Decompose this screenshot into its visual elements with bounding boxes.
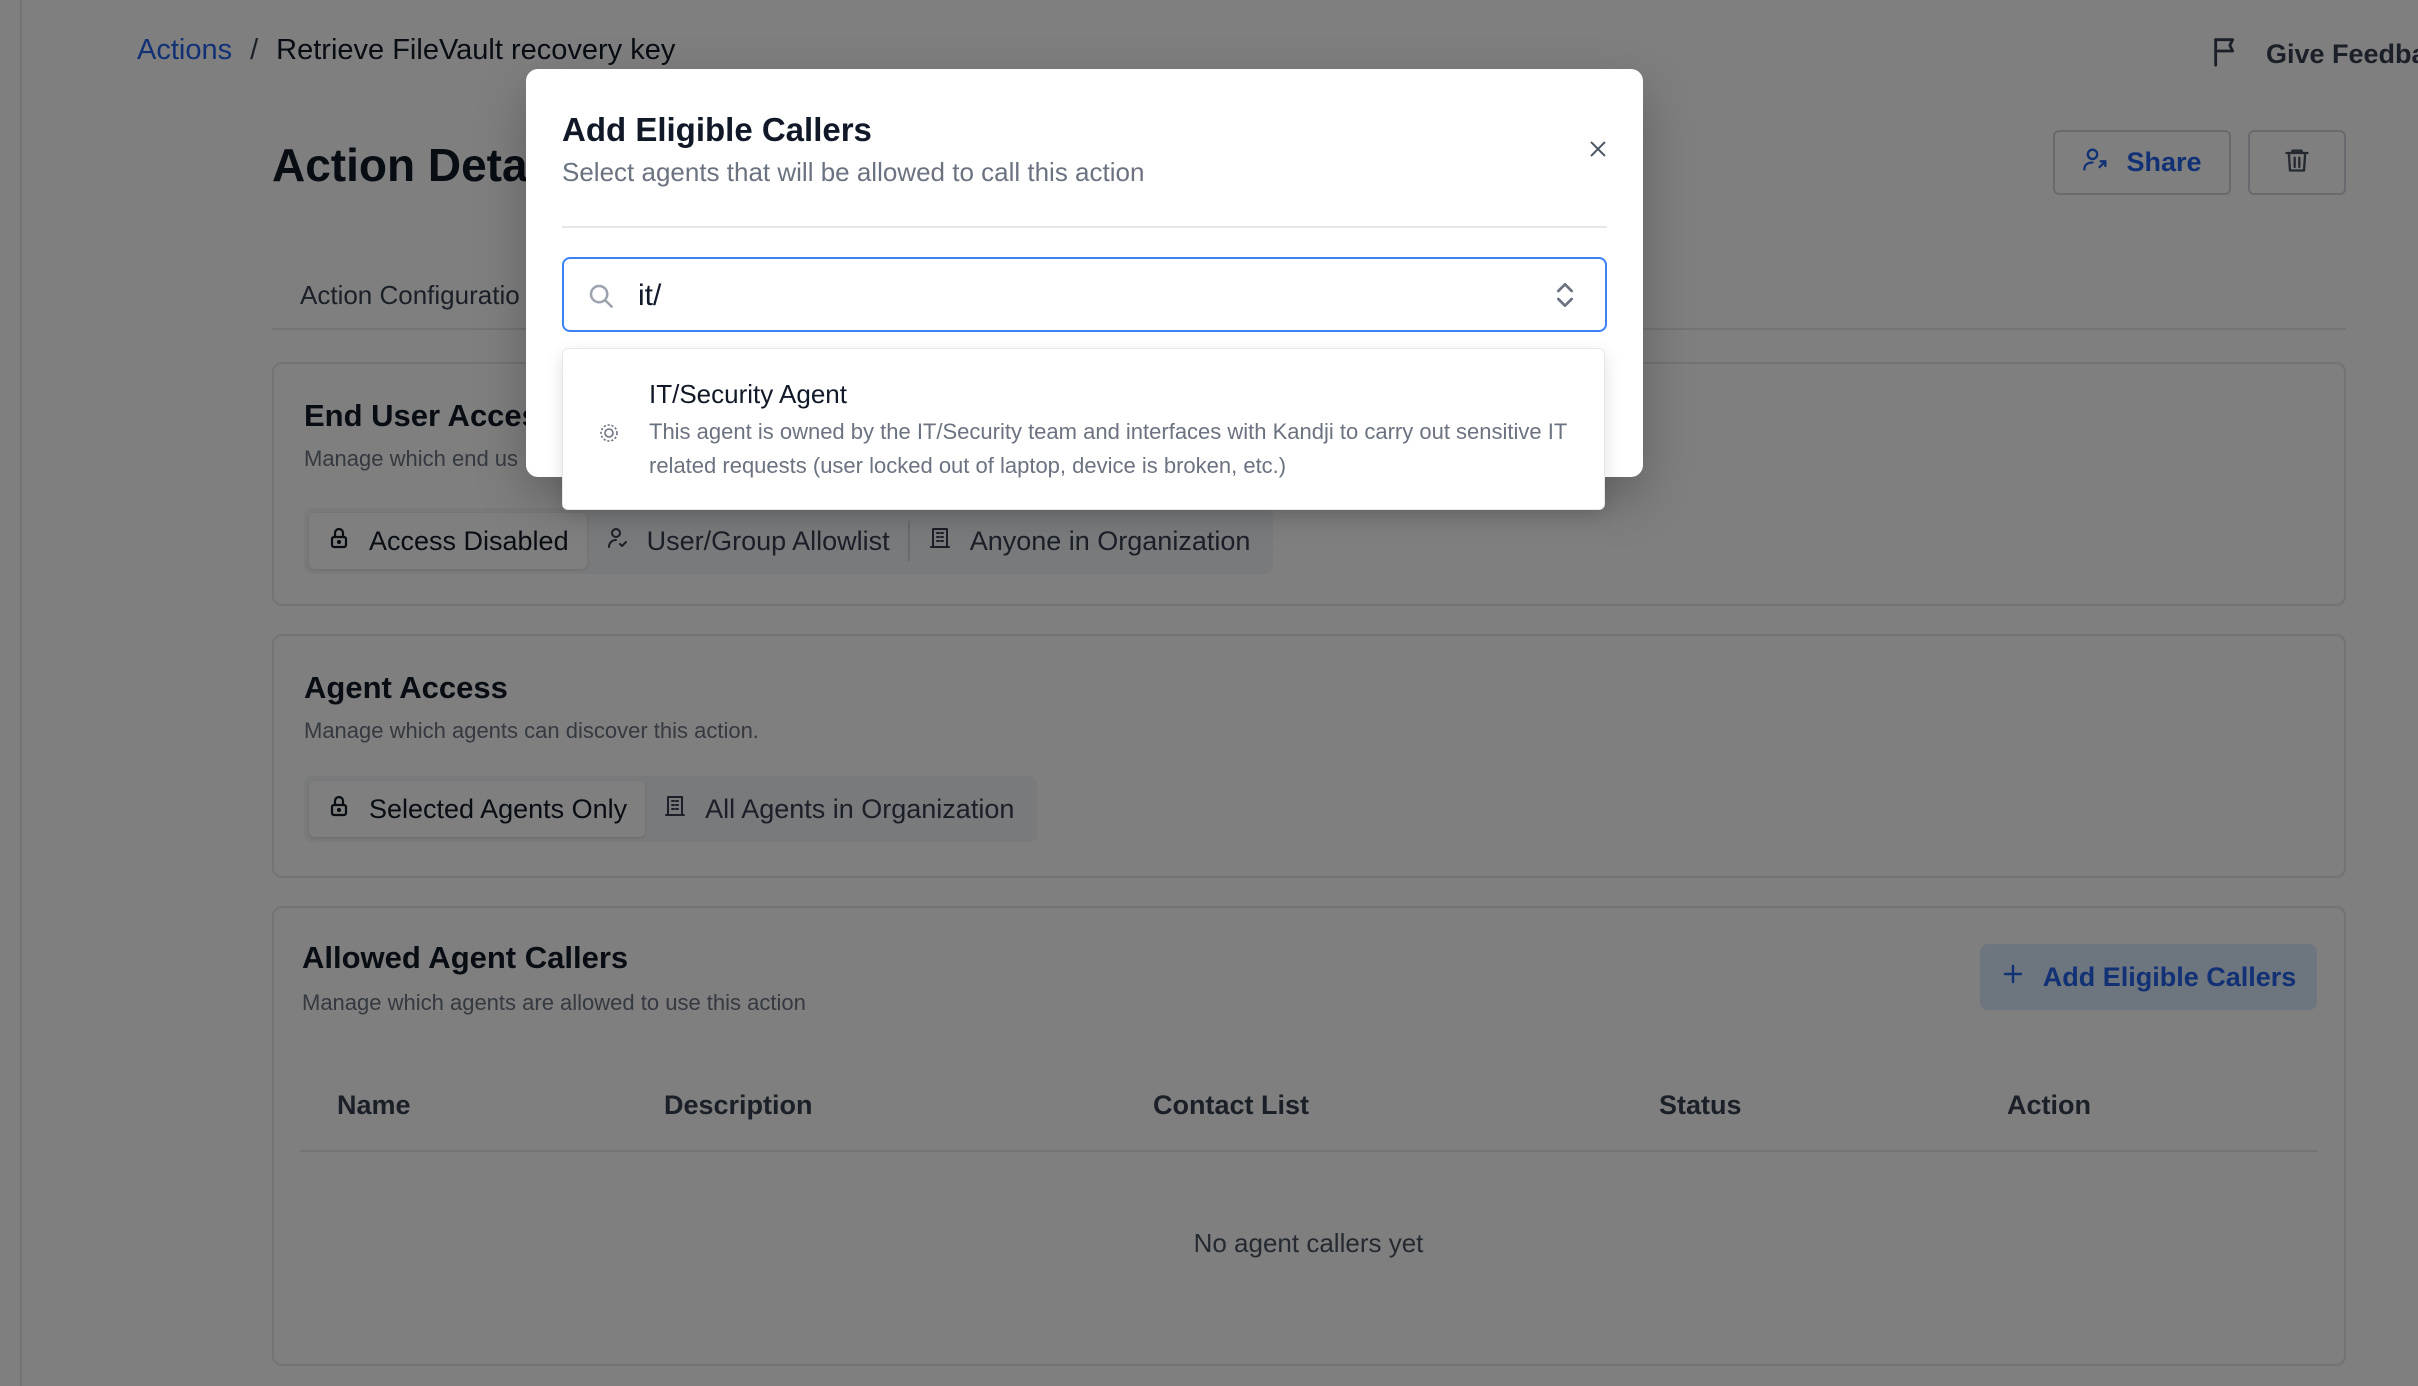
modal-divider [562,226,1607,228]
modal-subtitle: Select agents that will be allowed to ca… [562,157,1145,187]
close-button[interactable] [1580,133,1616,169]
chevron-updown-icon[interactable] [1554,279,1576,316]
search-results-dropdown: IT/Security Agent This agent is owned by… [562,348,1605,510]
close-icon [1587,138,1609,165]
search-icon [586,281,616,316]
result-name: IT/Security Agent [649,379,847,409]
search-input[interactable]: it/ [638,279,661,313]
agent-gear-icon [597,421,621,450]
modal-title: Add Eligible Callers [562,111,872,148]
agent-search-combobox[interactable]: it/ [562,257,1607,332]
result-description: This agent is owned by the IT/Security t… [649,419,1567,478]
result-option[interactable]: IT/Security Agent This agent is owned by… [563,349,1604,509]
